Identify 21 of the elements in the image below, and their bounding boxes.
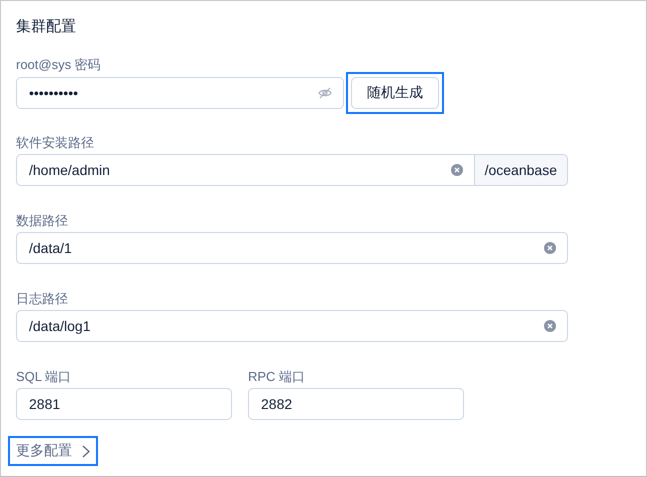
port-field[interactable]: 2881	[16, 388, 232, 420]
field-label: RPC 端口	[248, 368, 306, 386]
path-field[interactable]: /home/admin	[16, 154, 475, 186]
eye-off-icon[interactable]	[318, 87, 332, 99]
clear-icon[interactable]	[544, 242, 556, 254]
generate-button[interactable]: 随机生成	[351, 77, 439, 109]
field-label: 数据路径	[16, 212, 69, 230]
field-label: SQL 端口	[16, 368, 72, 386]
more-config-link[interactable]: 更多配置	[8, 436, 98, 466]
field-label: 软件安装路径	[16, 134, 95, 152]
path-field[interactable]: /data/log1	[16, 310, 568, 342]
path-field[interactable]: /data/1	[16, 232, 568, 264]
field-label: 日志路径	[16, 290, 69, 308]
port-field[interactable]: 2882	[248, 388, 464, 420]
section-title: 集群配置	[16, 17, 77, 37]
field-label: root@sys 密码	[16, 56, 102, 74]
chevron-right-icon	[82, 444, 90, 458]
clear-icon[interactable]	[544, 320, 556, 332]
password-field[interactable]: ••••••••••	[16, 77, 344, 109]
path-suffix: /oceanbase	[474, 154, 568, 186]
clear-icon[interactable]	[450, 164, 463, 176]
